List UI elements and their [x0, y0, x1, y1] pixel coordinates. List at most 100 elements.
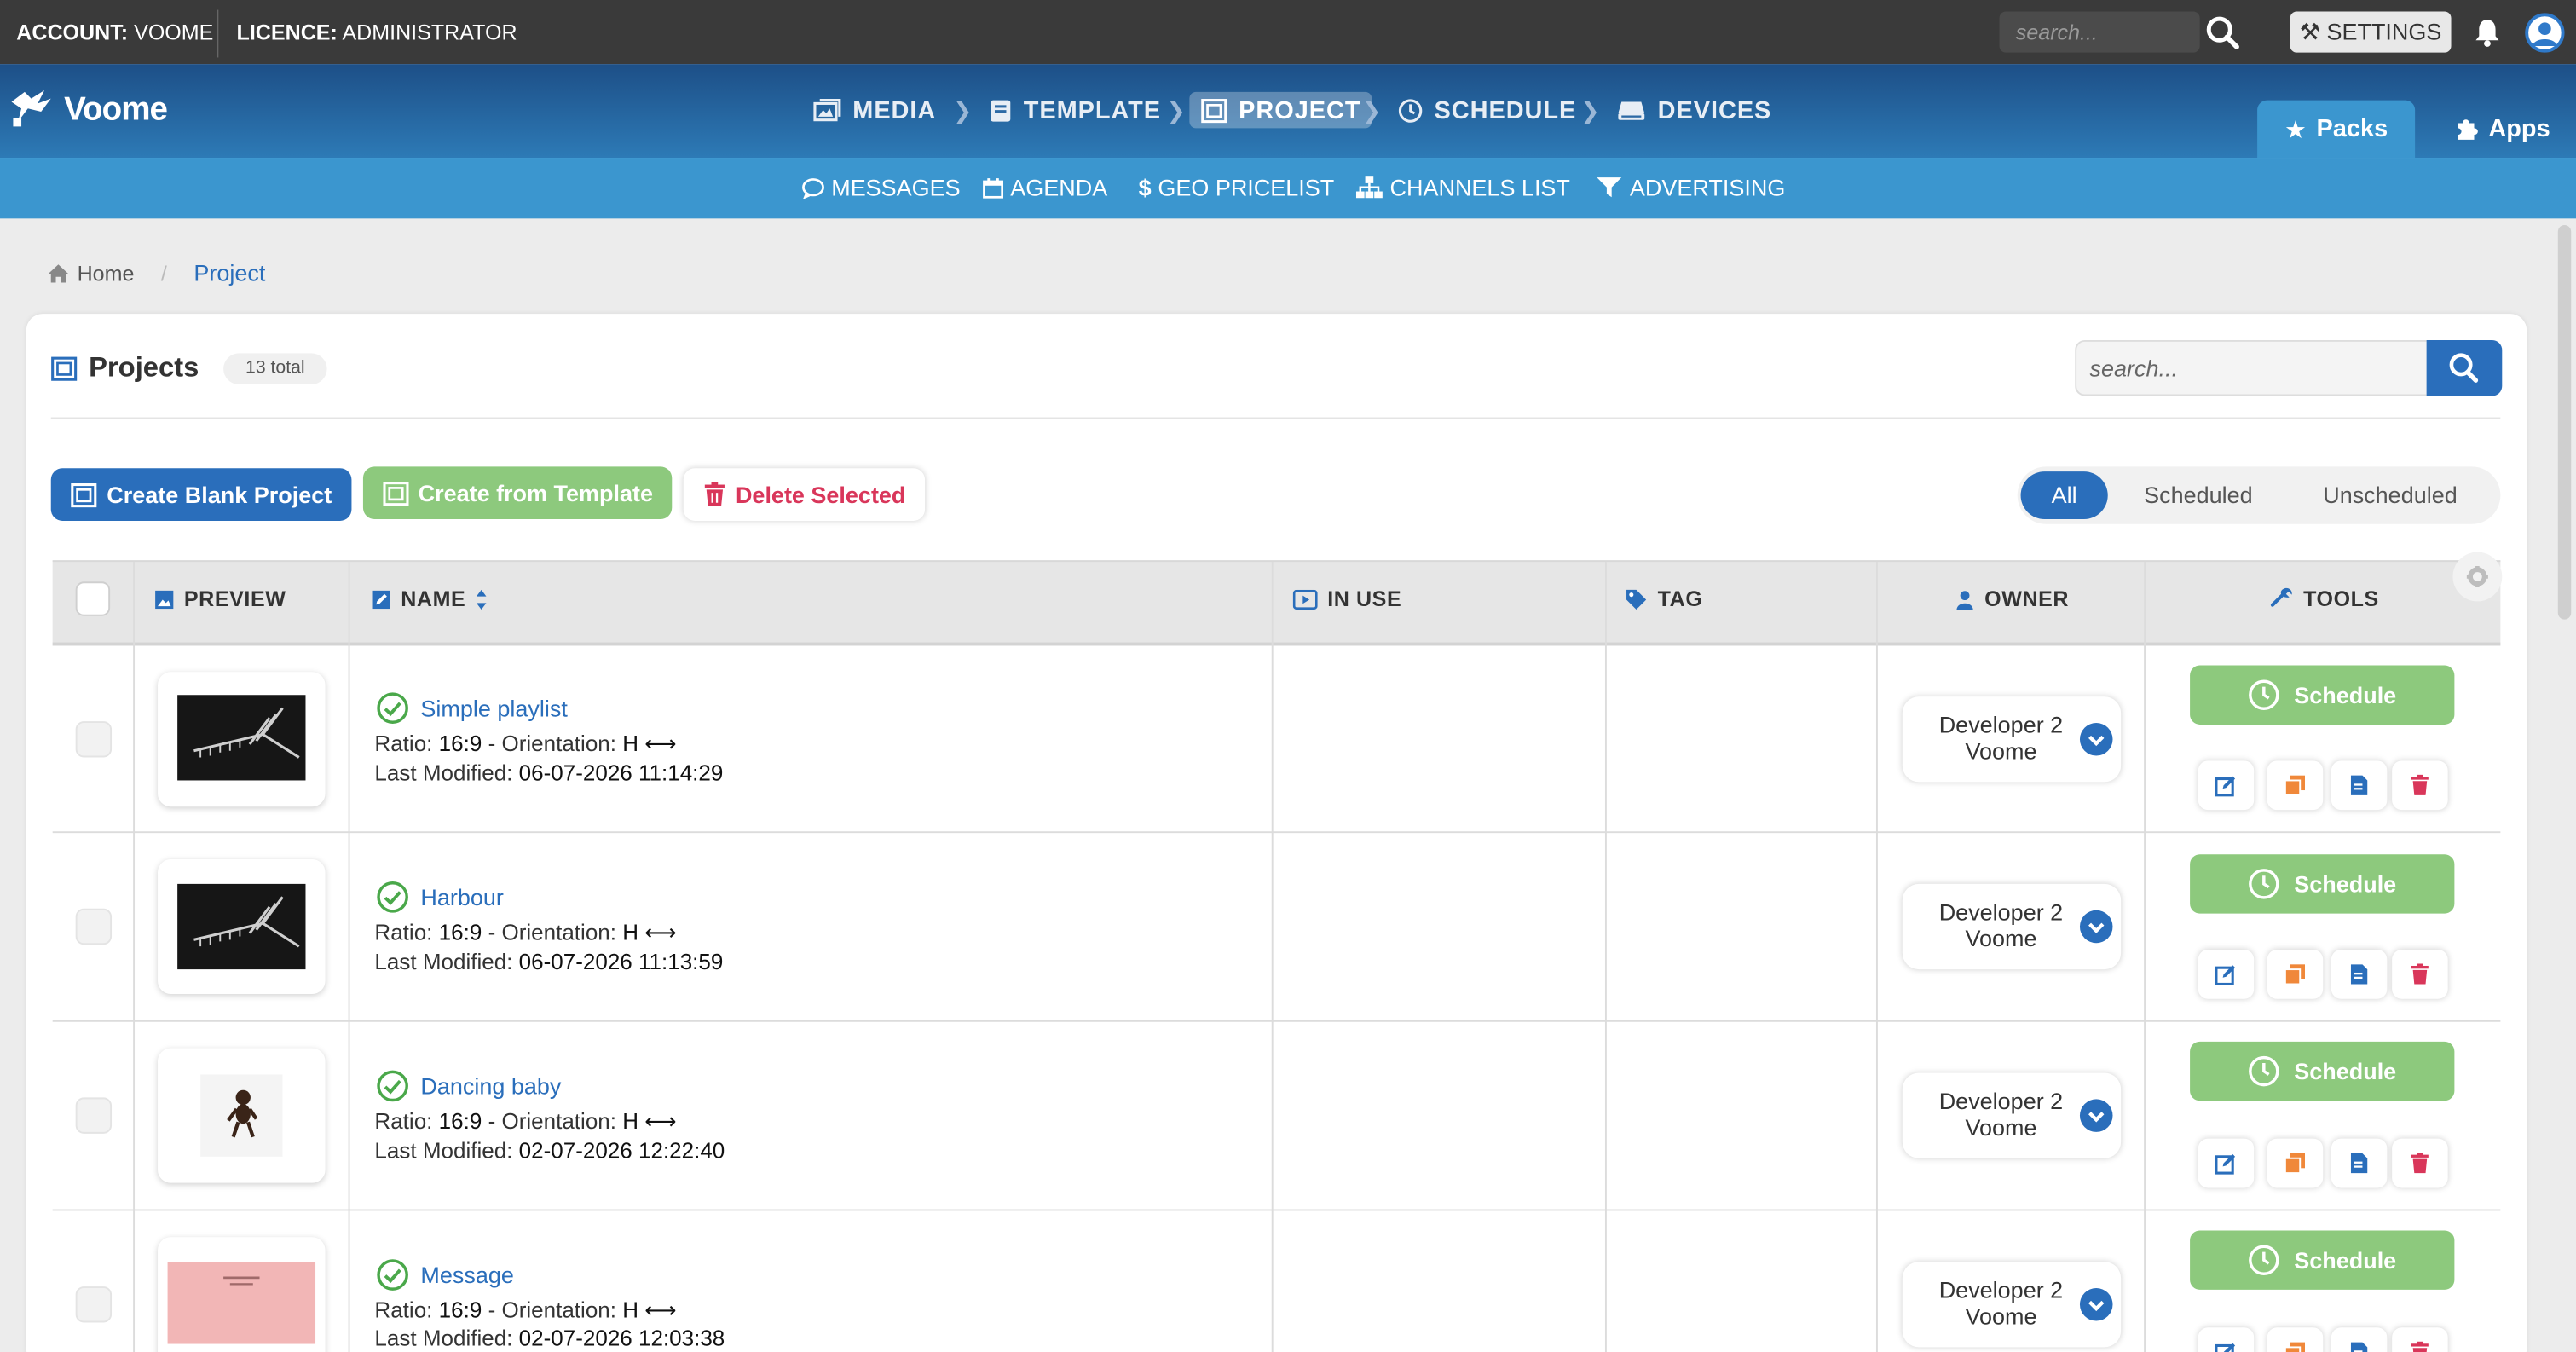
owner-name: Developer 2 Voome [1919, 1088, 2083, 1141]
owner-selector[interactable]: Developer 2 Voome [1902, 1072, 2122, 1158]
create-from-template-button[interactable]: Create from Template [362, 466, 673, 520]
breadcrumb-home[interactable]: Home [46, 261, 134, 286]
account-info: ACCOUNT: VOOME [16, 20, 213, 44]
nav-devices[interactable]: DEVICES [1605, 92, 1783, 128]
project-name-link[interactable]: Simple playlist [376, 691, 568, 725]
dollar-icon: $ [1138, 174, 1152, 201]
delete-button[interactable] [2392, 949, 2448, 999]
gear-icon[interactable] [2452, 552, 2503, 602]
settings-button[interactable]: ⚒ SETTINGS [2290, 11, 2452, 53]
nav-template[interactable]: TEMPLATE [978, 92, 1173, 128]
modified-label: Last Modified: [374, 760, 513, 786]
copy-button[interactable] [2267, 1138, 2324, 1188]
export-button[interactable] [2331, 760, 2388, 811]
row-checkbox[interactable] [75, 908, 113, 945]
filter-scheduled[interactable]: Scheduled [2144, 466, 2253, 523]
schedule-button[interactable]: Schedule [2190, 665, 2455, 725]
licence-value: ADMINISTRATOR [342, 20, 517, 45]
subnav-channels-list[interactable]: CHANNELS LIST [1355, 170, 1570, 204]
filter-all[interactable]: All [2020, 471, 2108, 520]
edit-button[interactable] [2198, 949, 2255, 999]
nav-schedule[interactable]: SCHEDULE [1387, 92, 1588, 128]
tab-apps[interactable]: Apps [2431, 101, 2573, 158]
owner-selector[interactable]: Developer 2 Voome [1902, 883, 2122, 970]
copy-button[interactable] [2267, 760, 2324, 811]
bell-icon[interactable] [2475, 18, 2501, 48]
subnav-messages[interactable]: MESSAGES [802, 170, 961, 204]
schedule-label: Schedule [2294, 870, 2397, 898]
total-badge: 13 total [223, 353, 327, 384]
project-modified-line: Last Modified: 02-07-2026 12:22:40 [374, 1139, 725, 1164]
thumbnail-baby-image [200, 1074, 283, 1157]
project-name-link[interactable]: Message [376, 1258, 514, 1291]
tab-packs[interactable]: ★ Packs [2257, 100, 2416, 159]
delete-selected-button[interactable]: Delete Selected [683, 468, 926, 521]
column-header-tools: TOOLS [2269, 586, 2379, 611]
copy-button[interactable] [2267, 949, 2324, 999]
sort-icon[interactable] [476, 587, 488, 610]
row-checkbox[interactable] [75, 1286, 113, 1323]
schedule-button[interactable]: Schedule [2190, 1041, 2455, 1101]
project-thumbnail[interactable] [158, 1237, 326, 1352]
tab-packs-label: Packs [2316, 114, 2388, 143]
logo[interactable]: Voome [9, 85, 168, 135]
page-title-label: Projects [89, 351, 199, 384]
schedule-button[interactable]: Schedule [2190, 854, 2455, 914]
project-thumbnail[interactable] [158, 1048, 326, 1183]
edit-button[interactable] [2198, 1138, 2255, 1188]
scrollbar[interactable] [2557, 225, 2572, 620]
owner-line1: Developer 2 [1938, 711, 2064, 738]
project-name: Dancing baby [420, 1072, 562, 1100]
nav-project[interactable]: PROJECT [1189, 91, 1372, 129]
delete-button[interactable] [2392, 760, 2448, 811]
row-checkbox[interactable] [75, 1097, 113, 1134]
export-button[interactable] [2331, 949, 2388, 999]
export-button[interactable] [2331, 1327, 2388, 1352]
edit-button[interactable] [2198, 760, 2255, 811]
trash-icon [2411, 774, 2429, 795]
owner-selector[interactable]: Developer 2 Voome [1902, 1262, 2122, 1348]
subnav-geo-pricelist[interactable]: $ GEO PRICELIST [1139, 170, 1335, 204]
row-checkbox[interactable] [75, 721, 113, 758]
owner-selector[interactable]: Developer 2 Voome [1902, 696, 2122, 783]
modified-label: Last Modified: [374, 949, 513, 974]
create-blank-project-button[interactable]: Create Blank Project [50, 468, 352, 521]
project-name-link[interactable]: Dancing baby [376, 1070, 561, 1103]
check-circle-icon [377, 881, 408, 913]
edit-button[interactable] [2198, 1327, 2255, 1352]
project-thumbnail[interactable] [158, 858, 326, 995]
column-header-owner: OWNER [1955, 586, 2069, 611]
column-header-in-use: IN USE [1292, 586, 1402, 611]
delete-button[interactable] [2392, 1138, 2448, 1188]
orientation-value: H ⟷ [622, 1297, 677, 1323]
global-search-input[interactable]: search... [1999, 11, 2200, 53]
filter-unscheduled[interactable]: Unscheduled [2323, 466, 2458, 523]
owner-line2: Voome [1965, 925, 2037, 951]
avatar[interactable] [2525, 13, 2565, 53]
copy-icon [2284, 1153, 2306, 1175]
nav-media[interactable]: MEDIA [802, 92, 948, 128]
column-header-name[interactable]: NAME [372, 586, 489, 611]
copy-button[interactable] [2267, 1327, 2324, 1352]
project-name-link[interactable]: Harbour [376, 881, 504, 914]
trash-icon [704, 482, 725, 506]
column-name-label: NAME [401, 586, 466, 611]
project-search-input[interactable]: search... [2075, 339, 2427, 396]
copy-icon [2284, 964, 2306, 985]
create-blank-project-label: Create Blank Project [107, 481, 332, 508]
select-all-checkbox[interactable] [75, 581, 111, 616]
export-button[interactable] [2331, 1138, 2388, 1188]
book-icon [991, 99, 1011, 121]
delete-button[interactable] [2392, 1327, 2448, 1352]
project-thumbnail[interactable] [158, 672, 326, 807]
subnav-agenda[interactable]: AGENDA [983, 170, 1107, 204]
ratio-value: 16:9 [438, 1108, 482, 1134]
copy-icon [2284, 775, 2306, 796]
schedule-button[interactable]: Schedule [2190, 1230, 2455, 1290]
project-ratio-line: Ratio: 16:9 - Orientation: H ⟷ [374, 920, 676, 946]
search-icon[interactable] [2204, 14, 2240, 50]
project-search-button[interactable] [2426, 339, 2503, 396]
modified-value: 02-07-2026 12:03:38 [518, 1326, 725, 1351]
subnav-advertising[interactable]: ADVERTISING [1595, 170, 1785, 204]
nav-devices-label: DEVICES [1657, 95, 1772, 124]
